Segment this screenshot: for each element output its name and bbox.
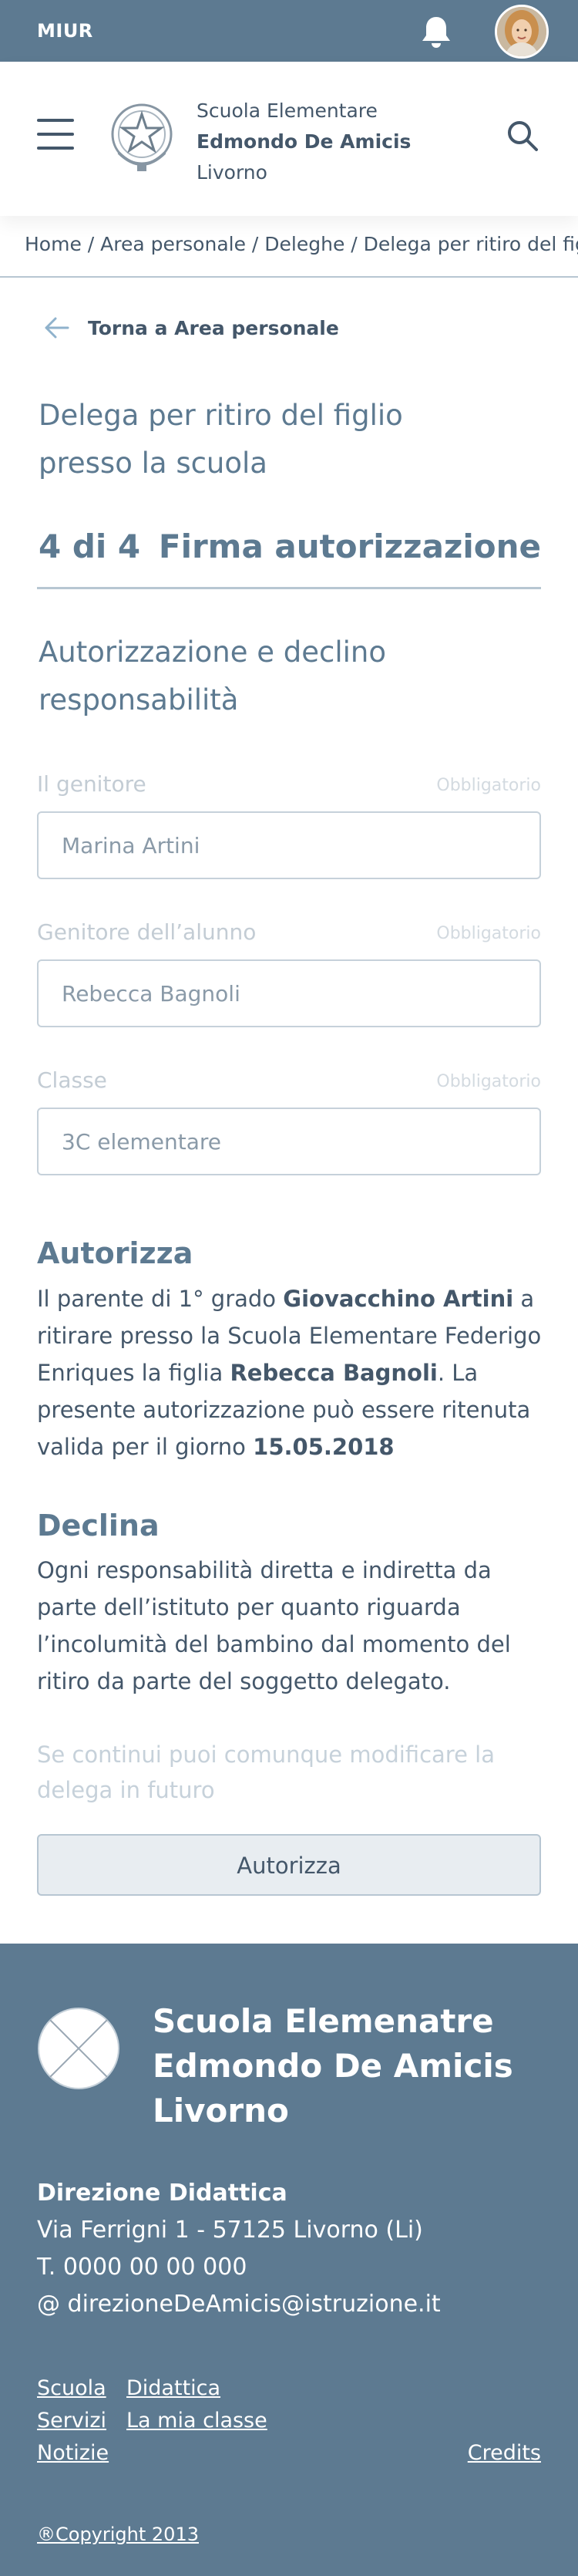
- footer-link-credits[interactable]: Credits: [468, 2437, 541, 2470]
- search-icon[interactable]: [506, 119, 539, 153]
- authorize-text: Il parente di 1° grado Giovacchino Artin…: [37, 1280, 546, 1465]
- edit-hint: Se continui puoi comunque modificare la …: [37, 1741, 495, 1803]
- site-header: Scuola Elementare Edmondo De Amicis Livo…: [0, 62, 578, 216]
- back-link-label: Torna a Area personale: [88, 316, 339, 339]
- parent-input[interactable]: Marina Artini: [37, 811, 541, 879]
- page-title-line: Delega per ritiro del figlio: [39, 399, 403, 432]
- step-indicator: 4 di 4 Firma autorizzazione: [37, 528, 541, 589]
- site-footer: Scuola Elemenatre Edmondo De Amicis Livo…: [0, 1944, 578, 2576]
- required-label: Obbligatorio: [436, 1072, 541, 1091]
- school-name[interactable]: Scuola Elementare Edmondo De Amicis Livo…: [197, 96, 411, 188]
- authorization-date: 15.05.2018: [253, 1434, 395, 1460]
- footer-link-classe[interactable]: La mia classe: [126, 2405, 267, 2437]
- school-type: Scuola Elementare: [197, 99, 378, 122]
- footer-link-didattica[interactable]: Didattica: [126, 2372, 220, 2405]
- required-label: Obbligatorio: [436, 924, 541, 943]
- footer-heading: Direzione Didattica: [37, 2180, 287, 2207]
- footer-link-scuola[interactable]: Scuola: [37, 2372, 106, 2405]
- copyright[interactable]: ®Copyright 2013: [37, 2524, 199, 2545]
- top-bar: MIUR: [0, 0, 578, 62]
- footer-address: Via Ferrigni 1 - 57125 Livorno (Li): [37, 2217, 423, 2244]
- bell-icon[interactable]: [419, 14, 453, 49]
- student-parent-input[interactable]: Rebecca Bagnoli: [37, 959, 541, 1027]
- brand-label[interactable]: MIUR: [37, 20, 93, 42]
- field-label: Il genitore: [37, 771, 146, 797]
- footer-email[interactable]: @ direzioneDeAmicis@istruzione.it: [37, 2286, 441, 2323]
- field-label: Genitore dell’alunno: [37, 919, 257, 945]
- section-title-line: Autorizzazione e declino: [39, 636, 386, 669]
- authorize-text-part: Il parente di 1° grado: [37, 1286, 284, 1312]
- user-avatar[interactable]: [495, 5, 549, 59]
- hamburger-menu-icon[interactable]: [37, 119, 74, 150]
- italian-republic-emblem-icon: [111, 103, 173, 171]
- class-input[interactable]: 3C elementare: [37, 1108, 541, 1175]
- footer-name-line: Livorno: [153, 2092, 289, 2129]
- decline-title: Declina: [37, 1509, 160, 1543]
- field-value: Marina Artini: [62, 833, 200, 858]
- school-title: Edmondo De Amicis: [197, 130, 412, 153]
- footer-name-line: Edmondo De Amicis: [153, 2047, 513, 2085]
- page-title: Delega per ritiro del figlio presso la s…: [39, 392, 424, 487]
- authorize-title: Autorizza: [37, 1236, 193, 1270]
- field-value: Rebecca Bagnoli: [62, 981, 240, 1006]
- authorize-button-label: Autorizza: [237, 1853, 341, 1879]
- footer-name-line: Scuola Elemenatre: [153, 2002, 494, 2040]
- page-title-line: presso la scuola: [39, 447, 267, 480]
- step-name: Firma autorizzazione: [158, 528, 541, 565]
- breadcrumb: Home / Area personale / Deleghe / Delega…: [0, 216, 578, 278]
- child-name: Rebecca Bagnoli: [230, 1360, 438, 1386]
- authorize-button[interactable]: Autorizza: [37, 1834, 541, 1896]
- section-title: Autorizzazione e declino responsabilità: [39, 629, 470, 724]
- footer-phone[interactable]: T. 0000 00 00 000: [37, 2249, 441, 2286]
- section-title-line: responsabilità: [39, 683, 239, 716]
- footer-link-notizie[interactable]: Notizie: [37, 2437, 109, 2470]
- footer-school-name: Scuola Elemenatre Edmondo De Amicis Livo…: [153, 1999, 553, 2133]
- field-value: 3C elementare: [62, 1129, 222, 1155]
- placeholder-logo-icon: [38, 2008, 119, 2089]
- footer-contacts: Direzione Didattica Via Ferrigni 1 - 571…: [37, 2175, 441, 2323]
- arrow-left-icon: [45, 317, 69, 339]
- delegate-name: Giovacchino Artini: [283, 1286, 514, 1312]
- school-city: Livorno: [197, 161, 267, 184]
- required-label: Obbligatorio: [436, 776, 541, 795]
- breadcrumb-trail[interactable]: Home / Area personale / Deleghe / Delega…: [25, 233, 578, 255]
- back-link[interactable]: Torna a Area personale: [43, 316, 339, 339]
- decline-text: Ogni responsabilità diretta e indiretta …: [37, 1557, 511, 1694]
- footer-link-servizi[interactable]: Servizi: [37, 2405, 106, 2437]
- step-count: 4 di 4: [39, 528, 141, 565]
- field-label: Classe: [37, 1067, 107, 1093]
